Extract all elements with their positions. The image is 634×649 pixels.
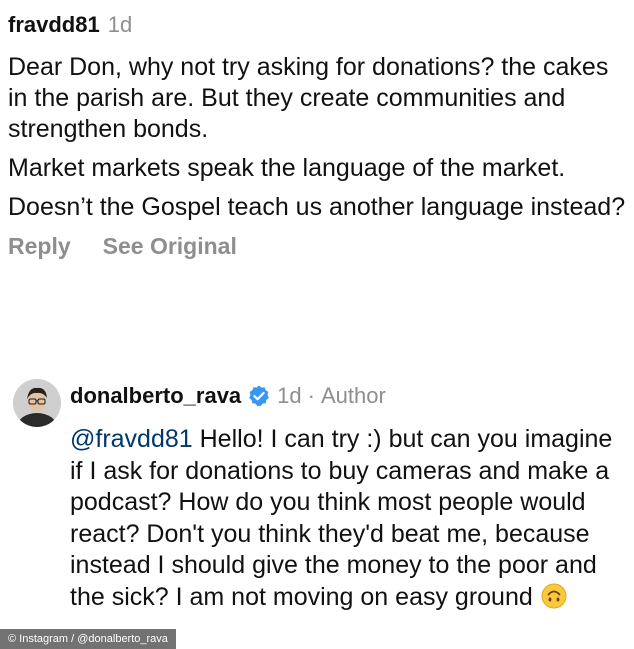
reply-time: 1d [277,383,302,408]
reply-body: donalberto_rava 1d · Author @fravdd81 He… [70,376,630,613]
avatar-photo [13,379,61,427]
upside-down-face-emoji [541,583,567,608]
comment-paragraph-1: Dear Don, why not try asking for donatio… [8,53,609,143]
comment-header: fravdd81 1d [8,12,628,46]
avatar[interactable] [13,379,61,427]
comment-time: 1d [107,12,133,37]
comment-paragraph-2: Market markets speak the language of the… [8,154,566,182]
comment-text: Dear Don, why not try asking for donatio… [8,52,628,223]
comment-actions: Reply See Original [8,233,628,260]
reply-button[interactable]: Reply [8,233,71,260]
reply-username[interactable]: donalberto_rava [70,383,241,409]
reply-header: donalberto_rava 1d · Author [70,376,630,416]
mention-link[interactable]: @fravdd81 [70,425,193,453]
comment: fravdd81 1d Dear Don, why not try asking… [8,12,628,260]
comment-username[interactable]: fravdd81 [8,12,100,38]
reply-text: @fravdd81 Hello! I can try :) but can yo… [70,424,630,613]
author-label: Author [320,383,386,408]
see-original-button[interactable]: See Original [103,233,237,260]
verified-badge-icon [249,385,270,407]
comment-paragraph-3: Doesn’t the Gospel teach us another lang… [8,193,626,221]
image-credit: © Instagram / @donalberto_rava [0,629,176,649]
meta-separator: · [307,383,315,408]
